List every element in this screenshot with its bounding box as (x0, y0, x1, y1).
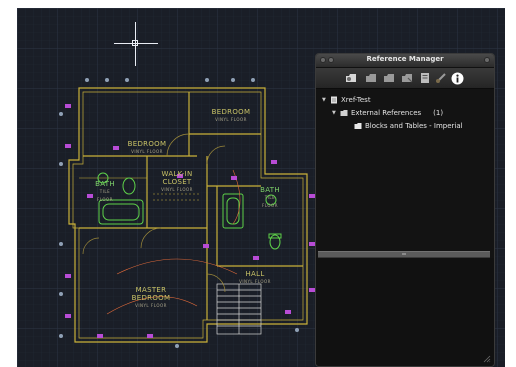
room-label-bath-right: BATH TILE FLOOR (260, 186, 280, 208)
tree-group-count: (1) (433, 108, 444, 117)
panel-splitter[interactable] (318, 251, 490, 258)
bind-icon[interactable] (434, 71, 448, 85)
reload-icon[interactable] (364, 71, 378, 85)
room-label-hall: HALL VINYL FLOOR (239, 270, 271, 284)
tree-group-label: External References (351, 108, 422, 117)
tree-node-external-references[interactable]: ▼ External References (1) (332, 107, 443, 118)
panel-titlebar[interactable]: Reference Manager (316, 54, 494, 68)
tree-node-root[interactable]: ▼ Xref-Test (322, 94, 371, 105)
room-label-master-bedroom: MASTER BEDROOM VINYL FLOOR (131, 286, 171, 308)
unload-icon[interactable] (382, 71, 396, 85)
tree-item-label: Blocks and Tables - Imperial (365, 121, 463, 130)
panel-toolbar (316, 68, 494, 89)
disclosure-triangle-icon[interactable]: ▼ (332, 110, 338, 116)
floor-plan-drawing (59, 78, 315, 348)
details-pane (316, 258, 494, 366)
floor-plan[interactable]: BEDROOM VINYL FLOOR BEDROOM VINYL FLOOR … (57, 74, 317, 350)
drawing-canvas[interactable]: BEDROOM VINYL FLOOR BEDROOM VINYL FLOOR … (17, 8, 505, 367)
reference-manager-panel[interactable]: Reference Manager ▼ Xref-Test ▼ External… (315, 53, 495, 367)
folder-icon (340, 109, 348, 116)
disclosure-triangle-icon[interactable]: ▼ (322, 97, 328, 103)
tree-root-label: Xref-Test (341, 95, 371, 104)
resize-grip-icon[interactable] (483, 355, 491, 363)
crosshair-cursor (114, 22, 158, 66)
reference-tree[interactable]: ▼ Xref-Test ▼ External References (1) Bl… (316, 90, 494, 240)
drawing-file-icon (331, 96, 337, 103)
xref-file-icon (354, 122, 362, 129)
detach-icon[interactable] (400, 71, 414, 85)
tree-node-xref-item[interactable]: Blocks and Tables - Imperial (354, 120, 463, 131)
room-label-bedroom-left: BEDROOM VINYL FLOOR (127, 140, 167, 154)
splitter-grip[interactable] (402, 253, 406, 255)
room-label-bedroom-top: BEDROOM VINYL FLOOR (211, 108, 251, 122)
panel-title: Reference Manager (366, 55, 444, 63)
open-icon[interactable] (418, 71, 432, 85)
info-icon[interactable] (450, 71, 464, 85)
room-label-bath-left: BATH TILE FLOOR (95, 180, 115, 202)
room-label-walkin-closet: WALK-IN CLOSET VINYL FLOOR (161, 170, 193, 192)
collapse-icon[interactable] (484, 57, 490, 63)
attach-reference-icon[interactable] (344, 71, 358, 85)
